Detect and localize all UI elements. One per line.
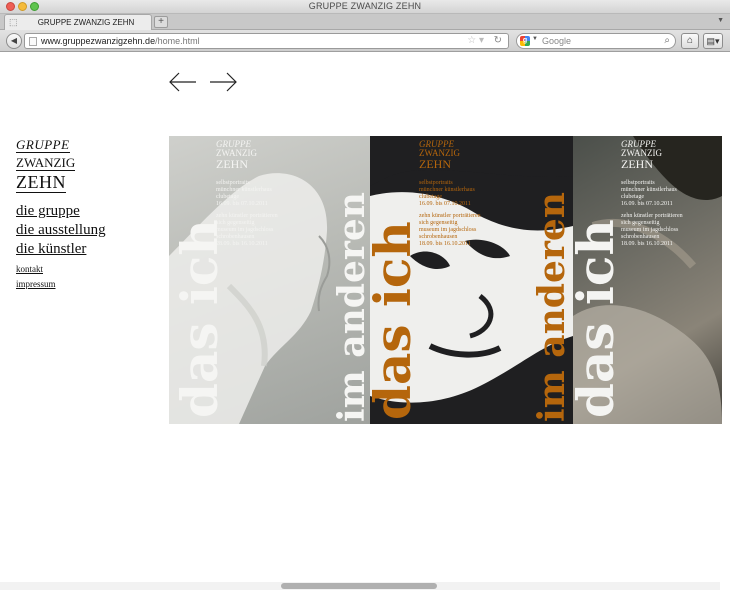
poster-3-vertical-title: das ich bbox=[573, 219, 625, 418]
poster-2-b1-l4: 16.09. bis 07.10.2011 bbox=[419, 201, 471, 207]
nav-link-impressum[interactable]: impressum bbox=[16, 277, 106, 291]
poster-gallery: das ich im anderen GRUPPE ZWANZIG ZEHN s… bbox=[169, 136, 722, 424]
search-engine-caret-icon[interactable]: ▼ bbox=[532, 36, 538, 42]
logo-line-2: ZWANZIG bbox=[16, 155, 76, 171]
new-tab-button[interactable]: + bbox=[154, 16, 168, 28]
poster-2-info: selbstportraits münchner künstlerhaus cl… bbox=[419, 180, 489, 248]
poster-2-logo: GRUPPE ZWANZIG ZEHN bbox=[419, 140, 460, 171]
google-icon[interactable]: g bbox=[520, 36, 530, 46]
poster-1-info: selbstportraits münchner künstlerhaus cl… bbox=[216, 180, 286, 248]
site-logo[interactable]: GRUPPE ZWANZIG ZEHN bbox=[16, 136, 76, 193]
back-button[interactable]: ◀ bbox=[6, 33, 22, 49]
poster-2-b2-l2: sich gegenseitig bbox=[419, 220, 458, 226]
main-navigation: die gruppe die ausstellung die künstler … bbox=[16, 202, 106, 291]
url-text[interactable]: www.gruppezwanzigzehn.de/home.html bbox=[41, 36, 200, 46]
star-icon[interactable]: ☆ ▾ bbox=[467, 35, 484, 46]
poster-2-b1-l1: selbstportraits bbox=[419, 180, 453, 186]
poster-3-info: selbstportraits münchner künstlerhaus cl… bbox=[621, 180, 691, 248]
poster-1-b1-l3: clubetage bbox=[216, 194, 239, 200]
poster-1-logo: GRUPPE ZWANZIG ZEHN bbox=[216, 140, 257, 171]
logo-line-1: GRUPPE bbox=[16, 137, 70, 153]
url-path: /home.html bbox=[155, 36, 200, 46]
poster-1-b1-l4: 16.09. bis 07.10.2011 bbox=[216, 201, 268, 207]
poster-3-b2-l2: sich gegenseitig bbox=[621, 220, 660, 226]
poster-3-b1-l3: clubetage bbox=[621, 194, 644, 200]
nav-link-kontakt[interactable]: kontakt bbox=[16, 262, 106, 276]
tab-overflow-icon[interactable]: ▼ bbox=[717, 17, 724, 24]
window-titlebar: GRUPPE ZWANZIG ZEHN bbox=[0, 0, 730, 14]
poster-3-b2-l1: zehn künstler porträtieren bbox=[621, 213, 683, 219]
poster-2-vertical-subtitle: im anderen bbox=[531, 192, 573, 422]
arrow-right-icon[interactable] bbox=[208, 72, 238, 92]
poster-2[interactable]: das ich im anderen GRUPPE ZWANZIG ZEHN s… bbox=[370, 136, 573, 424]
address-bar[interactable]: www.gruppezwanzigzehn.de/home.html ☆ ▾ ↻ bbox=[24, 33, 509, 49]
url-domain: www.gruppezwanzigzehn.de bbox=[41, 36, 156, 46]
reload-icon[interactable]: ↻ bbox=[494, 35, 502, 46]
poster-1-vertical-title: das ich bbox=[170, 219, 229, 418]
poster-1-b2-l2: sich gegenseitig bbox=[216, 220, 255, 226]
poster-3-logo-line-3: ZEHN bbox=[621, 157, 653, 171]
logo-line-3: ZEHN bbox=[16, 172, 66, 193]
poster-1-b2-l1: zehn künstler porträtieren bbox=[216, 213, 278, 219]
poster-2-b1-l2: münchner künstlerhaus bbox=[419, 187, 475, 193]
nav-link-die-kuenstler[interactable]: die künstler bbox=[16, 240, 106, 259]
nav-link-die-gruppe[interactable]: die gruppe bbox=[16, 202, 106, 221]
poster-2-b2-l1: zehn künstler porträtieren bbox=[419, 213, 481, 219]
poster-1-b1-l1: selbstportraits bbox=[216, 180, 250, 186]
settings-menu-button[interactable]: ▤▾ bbox=[703, 33, 723, 49]
poster-3-logo: GRUPPE ZWANZIG ZEHN bbox=[621, 140, 662, 171]
poster-1[interactable]: das ich im anderen GRUPPE ZWANZIG ZEHN s… bbox=[169, 136, 370, 424]
nav-link-die-ausstellung[interactable]: die ausstellung bbox=[16, 221, 106, 240]
poster-2-b1-l3: clubetage bbox=[419, 194, 442, 200]
search-placeholder: Google bbox=[542, 36, 572, 46]
poster-2-b2-l3: museum im jagdschloss bbox=[419, 227, 477, 233]
home-button[interactable]: ⌂ bbox=[681, 33, 699, 49]
window-title: GRUPPE ZWANZIG ZEHN bbox=[308, 1, 422, 11]
poster-2-vertical-title: das ich bbox=[370, 221, 422, 420]
poster-3-b1-l4: 16.09. bis 07.10.2011 bbox=[621, 201, 673, 207]
browser-toolbar: ◀ www.gruppezwanzigzehn.de/home.html ☆ ▾… bbox=[0, 30, 730, 52]
poster-1-logo-line-3: ZEHN bbox=[216, 157, 248, 171]
tab-bar: ⬚ GRUPPE ZWANZIG ZEHN + ▼ bbox=[0, 14, 730, 30]
tab-active[interactable]: ⬚ GRUPPE ZWANZIG ZEHN bbox=[4, 14, 152, 30]
tab-label: GRUPPE ZWANZIG ZEHN bbox=[37, 18, 135, 27]
poster-2-b2-l4: schrobenhausen bbox=[419, 234, 458, 240]
poster-3-b1-l2: münchner künstlerhaus bbox=[621, 187, 677, 193]
poster-3[interactable]: das ich GRUPPE ZWANZIG ZEHN selbstportra… bbox=[573, 136, 722, 424]
arrow-left-icon[interactable] bbox=[168, 72, 198, 92]
poster-3-b2-l4: schrobenhausen bbox=[621, 234, 660, 240]
poster-1-b2-l5: 28.09. bis 16.10.2011 bbox=[216, 241, 268, 247]
search-field[interactable]: g ▼ Google ⌕ bbox=[516, 33, 676, 49]
page-icon bbox=[29, 37, 37, 46]
poster-1-vertical-subtitle: im anderen bbox=[331, 192, 370, 422]
horizontal-scrollbar[interactable] bbox=[0, 582, 720, 590]
poster-1-b1-l2: münchner künstlerhaus bbox=[216, 187, 272, 193]
poster-2-b2-l5: 18.09. bis 16.10.2011 bbox=[419, 241, 471, 247]
poster-3-b2-l5: 18.09. bis 16.10.2011 bbox=[621, 241, 673, 247]
scrollbar-thumb[interactable] bbox=[281, 583, 437, 589]
poster-1-b2-l4: schrobenhausen bbox=[216, 234, 255, 240]
poster-1-b2-l3: museum im jagdschloss bbox=[216, 227, 274, 233]
poster-3-b2-l3: museum im jagdschloss bbox=[621, 227, 679, 233]
page-viewport: GRUPPE ZWANZIG ZEHN die gruppe die ausst… bbox=[0, 52, 730, 590]
poster-2-logo-line-3: ZEHN bbox=[419, 157, 451, 171]
tab-close-icon[interactable]: ⬚ bbox=[9, 17, 18, 27]
magnifier-icon[interactable]: ⌕ bbox=[664, 35, 670, 46]
poster-3-b1-l1: selbstportraits bbox=[621, 180, 655, 186]
